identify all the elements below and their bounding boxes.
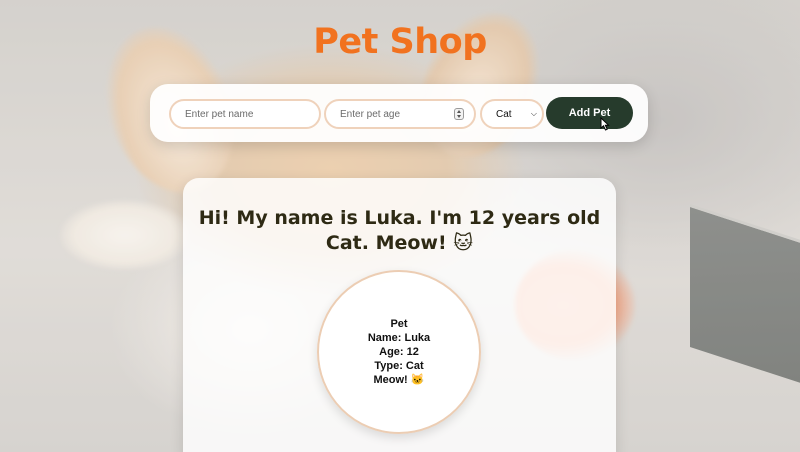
number-stepper-icon[interactable] — [454, 108, 464, 120]
pointer-cursor-icon — [600, 117, 610, 131]
pet-details-name: Name: Luka — [367, 332, 431, 344]
pet-name-placeholder: Enter pet name — [185, 108, 254, 120]
pet-name-input[interactable]: Enter pet name — [169, 99, 321, 129]
page-title: Pet Shop — [313, 22, 487, 62]
pet-details-sound: Meow! 🐱 — [373, 374, 425, 386]
add-pet-button[interactable]: Add Pet — [546, 97, 633, 129]
pet-details-age: Age: 12 — [379, 346, 419, 358]
pet-details-type: Type: Cat — [374, 360, 424, 372]
page: Pet Shop Enter pet name Enter pet age Ca… — [0, 0, 800, 452]
add-pet-form: Enter pet name Enter pet age Cat ⌵ Add P… — [150, 84, 648, 142]
pet-greeting-line2: Cat. Meow! 🐱 — [325, 232, 474, 254]
pet-greeting: Hi! My name is Luka. I'm 12 years old Ca… — [193, 206, 606, 256]
pet-card: Hi! My name is Luka. I'm 12 years old Ca… — [183, 178, 616, 452]
pet-greeting-line1: Hi! My name is Luka. I'm 12 years old — [198, 207, 601, 229]
pet-details-circle: Pet Name: Luka Age: 12 Type: Cat Meow! 🐱 — [317, 270, 481, 434]
chevron-down-icon: ⌵ — [530, 109, 537, 118]
pet-details-heading: Pet — [390, 318, 408, 330]
pet-age-placeholder: Enter pet age — [340, 108, 401, 120]
pet-type-selected: Cat — [496, 108, 512, 120]
pet-type-select[interactable]: Cat ⌵ — [480, 99, 544, 129]
pet-age-input[interactable]: Enter pet age — [324, 99, 476, 129]
